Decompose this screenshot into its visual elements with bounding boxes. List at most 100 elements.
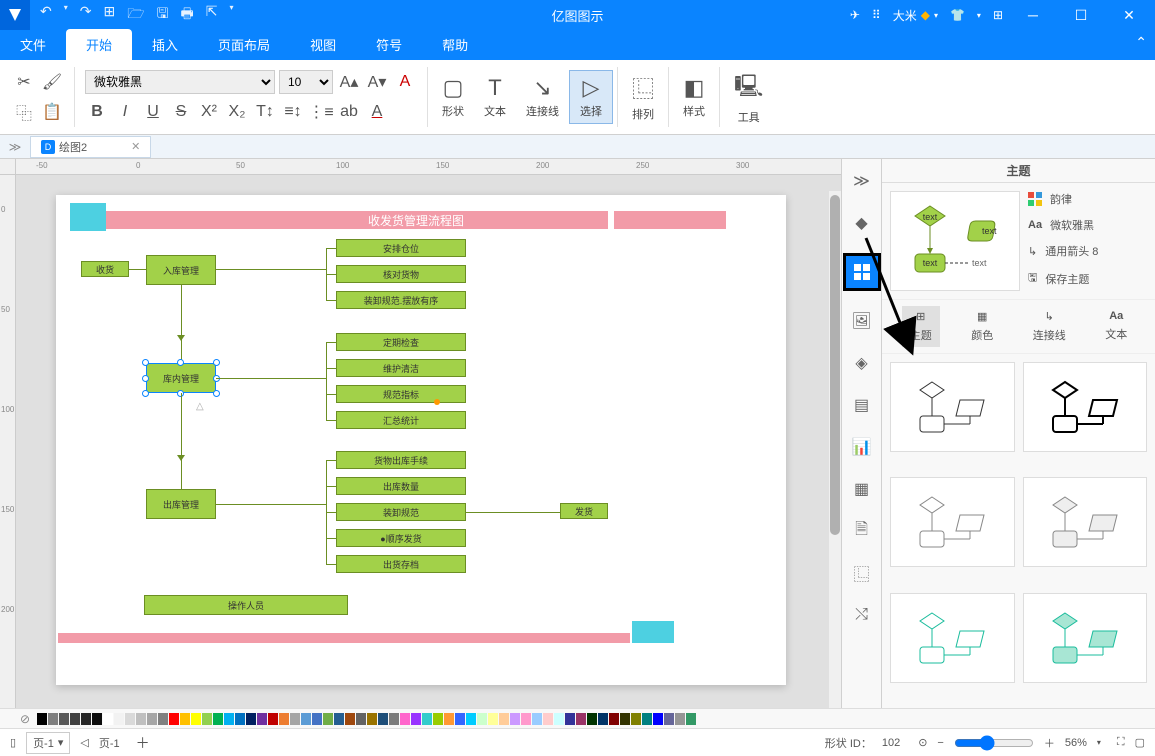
menu-file[interactable]: 文件 bbox=[0, 29, 66, 60]
doc-tab-close[interactable]: ✕ bbox=[131, 140, 140, 153]
color-swatch[interactable] bbox=[37, 713, 47, 725]
text-button[interactable]: T文本 bbox=[474, 71, 516, 123]
select-button[interactable]: ▷选择 bbox=[569, 70, 613, 124]
rotate-handle[interactable]: △ bbox=[196, 401, 204, 412]
color-swatch[interactable] bbox=[323, 713, 333, 725]
color-swatch[interactable] bbox=[180, 713, 190, 725]
color-swatch[interactable] bbox=[400, 713, 410, 725]
tools-button[interactable]: 🖳工具 bbox=[724, 65, 773, 129]
font-size-select[interactable]: 10 bbox=[279, 70, 333, 94]
color-swatch[interactable] bbox=[477, 713, 487, 725]
color-swatch[interactable] bbox=[301, 713, 311, 725]
color-swatch[interactable] bbox=[455, 713, 465, 725]
color-swatch[interactable] bbox=[202, 713, 212, 725]
undo-dropdown-icon[interactable]: ▾ bbox=[64, 3, 68, 27]
maximize-button[interactable]: ☐ bbox=[1063, 7, 1099, 24]
shape-verify[interactable]: 核对货物 bbox=[336, 265, 466, 283]
zoom-in-icon[interactable]: ＋ bbox=[1044, 735, 1055, 751]
scrollbar-vertical[interactable] bbox=[829, 191, 841, 708]
collapse-ribbon-icon[interactable]: ⌃ bbox=[1135, 34, 1147, 51]
chart-tool-icon[interactable]: 📊 bbox=[850, 435, 874, 459]
font-color-icon[interactable]: A bbox=[393, 70, 417, 94]
shape-out-arch[interactable]: 出货存档 bbox=[336, 555, 466, 573]
page-selector[interactable]: 页-1▾ bbox=[26, 732, 70, 754]
print-icon[interactable]: 🖶 bbox=[181, 3, 194, 27]
highlight-icon[interactable]: ab bbox=[337, 100, 361, 124]
subscript-icon[interactable]: X₂ bbox=[225, 100, 249, 124]
layout-tool-icon[interactable]: ⿺ bbox=[850, 561, 874, 585]
color-swatch[interactable] bbox=[367, 713, 377, 725]
app-logo[interactable] bbox=[0, 0, 30, 30]
fit-page-icon[interactable]: ⛶ bbox=[1117, 736, 1125, 749]
flowchart-title[interactable]: 收发货管理流程图 bbox=[106, 211, 726, 229]
doc-tab-1[interactable]: D 绘图2 ✕ bbox=[30, 136, 151, 158]
shape-spec[interactable]: 规范指标 bbox=[336, 385, 466, 403]
color-swatch[interactable] bbox=[521, 713, 531, 725]
fullscreen-icon[interactable]: ▢ bbox=[1135, 736, 1145, 749]
color-swatch[interactable] bbox=[675, 713, 685, 725]
theme-prop-rhythm[interactable]: 韵律 bbox=[1028, 191, 1147, 207]
theme-prop-connector[interactable]: ↳通用箭头 8 bbox=[1028, 243, 1147, 259]
color-swatch[interactable] bbox=[235, 713, 245, 725]
shape-out-proc[interactable]: 货物出库手续 bbox=[336, 451, 466, 469]
menu-symbol[interactable]: 符号 bbox=[356, 29, 422, 60]
color-swatch[interactable] bbox=[169, 713, 179, 725]
add-page-button[interactable]: ＋ bbox=[130, 733, 156, 753]
shape-button[interactable]: ▢形状 bbox=[432, 71, 474, 123]
arrange-button[interactable]: ⿺排列 bbox=[622, 68, 664, 126]
shape-assign[interactable]: 安排仓位 bbox=[336, 239, 466, 257]
color-swatch[interactable] bbox=[686, 713, 696, 725]
color-swatch[interactable] bbox=[466, 713, 476, 725]
color-swatch[interactable] bbox=[224, 713, 234, 725]
color-swatch[interactable] bbox=[609, 713, 619, 725]
color-swatch[interactable] bbox=[554, 713, 564, 725]
format-painter-icon[interactable]: 🖌 bbox=[40, 70, 64, 94]
redo-icon[interactable]: ↷ bbox=[80, 3, 92, 27]
shuffle-tool-icon[interactable]: ⤭ bbox=[850, 603, 874, 627]
text-direction-icon[interactable]: T↕ bbox=[253, 100, 277, 124]
font-grow-icon[interactable]: A▴ bbox=[337, 70, 361, 94]
expand-panel-icon[interactable]: ≫ bbox=[850, 169, 874, 193]
save-icon[interactable]: 🖫 bbox=[157, 3, 169, 27]
color-swatch[interactable] bbox=[48, 713, 58, 725]
theme-item[interactable] bbox=[1023, 477, 1148, 567]
theme-save[interactable]: 🖫保存主题 bbox=[1028, 269, 1147, 288]
shape-out-pack[interactable]: 装卸规范 bbox=[336, 503, 466, 521]
color-swatch[interactable] bbox=[631, 713, 641, 725]
expand-shapes-icon[interactable]: ≫ bbox=[0, 140, 30, 154]
shape-inbound[interactable]: 入库管理 bbox=[146, 255, 216, 285]
data-tool-icon[interactable]: 🗎 bbox=[850, 519, 874, 543]
theme-item[interactable] bbox=[1023, 593, 1148, 683]
page-tool-icon[interactable]: ▤ bbox=[850, 393, 874, 417]
cat-color[interactable]: ▦颜色 bbox=[963, 306, 1001, 347]
cut-icon[interactable]: ✂ bbox=[12, 70, 36, 94]
menu-layout[interactable]: 页面布局 bbox=[198, 29, 290, 60]
color-swatch[interactable] bbox=[136, 713, 146, 725]
zoom-out-icon[interactable]: − bbox=[937, 737, 943, 749]
shape-receive[interactable]: 收货 bbox=[81, 261, 129, 277]
menu-insert[interactable]: 插入 bbox=[132, 29, 198, 60]
color-swatch[interactable] bbox=[433, 713, 443, 725]
theme-item[interactable] bbox=[890, 593, 1015, 683]
color-swatch[interactable] bbox=[653, 713, 663, 725]
prev-page-icon[interactable]: ◁ bbox=[80, 736, 88, 749]
color-swatch[interactable] bbox=[191, 713, 201, 725]
shape-stock-mgmt[interactable]: 库内管理 bbox=[146, 363, 216, 393]
color-swatch[interactable] bbox=[279, 713, 289, 725]
color-swatch[interactable] bbox=[334, 713, 344, 725]
shape-out-seq[interactable]: ●顺序发货 bbox=[336, 529, 466, 547]
fill-tool-icon[interactable]: ◆ bbox=[850, 211, 874, 235]
italic-icon[interactable]: I bbox=[113, 100, 137, 124]
color-swatch[interactable] bbox=[125, 713, 135, 725]
cat-text[interactable]: Aa文本 bbox=[1097, 306, 1135, 347]
color-swatch[interactable] bbox=[598, 713, 608, 725]
text-fill-icon[interactable]: A bbox=[365, 100, 389, 124]
decoration-cyan-bottom[interactable] bbox=[632, 621, 674, 643]
color-swatch[interactable] bbox=[587, 713, 597, 725]
cat-connector[interactable]: ↳连接线 bbox=[1025, 306, 1074, 347]
menu-view[interactable]: 视图 bbox=[290, 29, 356, 60]
bullets-icon[interactable]: ⋮≡ bbox=[309, 100, 333, 124]
no-color-icon[interactable]: ⊘ bbox=[20, 712, 30, 726]
image-tool-icon[interactable]: 🖼 bbox=[850, 309, 874, 333]
menu-home[interactable]: 开始 bbox=[66, 29, 132, 60]
